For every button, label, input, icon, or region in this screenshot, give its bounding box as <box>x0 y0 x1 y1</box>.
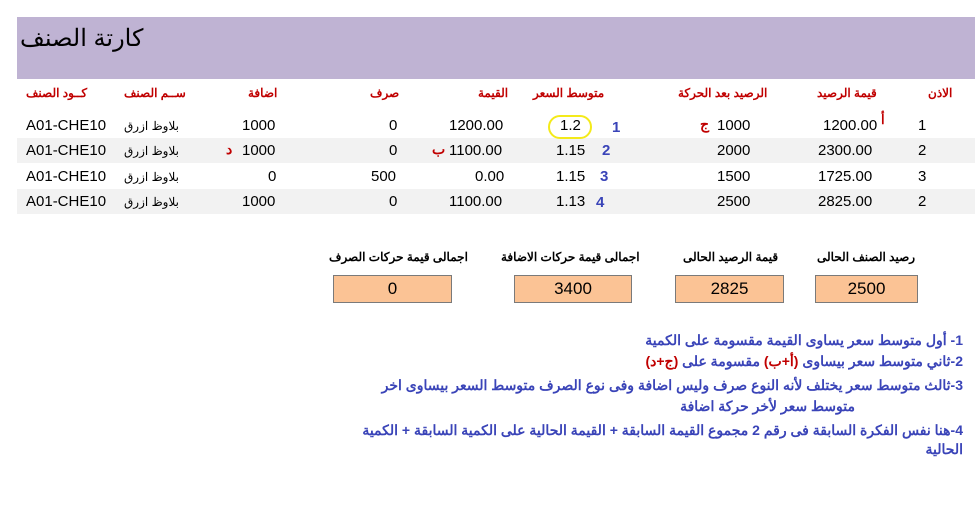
cell-average: 1.15 <box>556 168 586 185</box>
cell-balance: 2500 <box>717 193 751 210</box>
cell-balance: 1500 <box>717 168 751 185</box>
cell-permit: 1 <box>918 117 927 134</box>
note-line-3-continued: متوسط سعر لأخر حركة اضافة <box>680 398 855 414</box>
current-value-label: قيمة الرصيد الحالى <box>683 250 779 264</box>
note-number-marker: 3 <box>600 168 609 185</box>
cell-balance-value: 1725.00 <box>818 168 873 185</box>
note-line-1: 1- أول متوسط سعر يساوى القيمة مقسومة على… <box>645 332 963 348</box>
cell-balance: 2000 <box>717 142 751 159</box>
cell-balance-value: 1200.00 <box>823 117 878 134</box>
cell-average: 1.15 <box>556 142 586 159</box>
letter-marker: ج <box>700 116 710 132</box>
note-line-3: 3-ثالث متوسط سعر يختلف لأنه النوع صرف ول… <box>381 377 963 393</box>
cell-value: 1100.00 <box>449 142 503 159</box>
cell-name: بلاوظ ازرق <box>124 144 179 158</box>
note-line-4-continued: الحالية <box>925 441 963 457</box>
note-number-marker: 4 <box>596 194 605 211</box>
column-header-balance-value: قيمة الرصيد <box>817 86 877 100</box>
cell-code: A01-CHE10 <box>26 142 107 159</box>
cell-average: 1.13 <box>556 193 586 210</box>
current-balance-label: رصيد الصنف الحالى <box>817 250 916 264</box>
letter-marker: ب <box>432 141 446 157</box>
column-header-permit: الاذن <box>928 86 953 100</box>
column-header-spend: صرف <box>370 86 400 100</box>
cell-code: A01-CHE10 <box>26 117 107 134</box>
cell-permit: 3 <box>918 168 927 185</box>
add-total-label: اجمالى قيمة حركات الاضافة <box>501 250 640 264</box>
cell-spend: 0 <box>389 193 398 210</box>
cell-add: 0 <box>268 168 277 185</box>
page-title: كارتة الصنف <box>20 25 144 52</box>
cell-permit: 2 <box>918 142 927 159</box>
note-line-4: 4-هنا نفس الفكرة السابقة فى رقم 2 مجموع … <box>362 422 963 438</box>
column-header-code: كــود الصنف <box>26 86 88 100</box>
cell-add: 1000 <box>242 193 276 210</box>
note-number-marker: 2 <box>602 142 611 159</box>
note-number-marker: 1 <box>612 119 621 136</box>
column-header-value: القيمة <box>478 86 509 100</box>
current-value-box: 2825 <box>675 275 784 303</box>
letter-marker: أ <box>881 112 885 127</box>
letter-marker: د <box>226 141 233 157</box>
cell-balance-value: 2825.00 <box>818 193 873 210</box>
spend-total-label: اجمالى قيمة حركات الصرف <box>329 250 468 264</box>
note-line-2: 2-ثاني متوسط سعر بيساوى (أ+ب) مقسومة على… <box>645 353 963 369</box>
cell-name: بلاوظ ازرق <box>124 119 179 133</box>
cell-balance: 1000 <box>717 117 751 134</box>
cell-name: بلاوظ ازرق <box>124 195 179 209</box>
column-header-balance-after: الرصيد بعد الحركة <box>678 86 768 100</box>
cell-code: A01-CHE10 <box>26 193 107 210</box>
cell-name: بلاوظ ازرق <box>124 170 179 184</box>
title-banner <box>17 17 975 79</box>
spend-total-box: 0 <box>333 275 452 303</box>
cell-spend: 0 <box>389 117 398 134</box>
cell-value: 1100.00 <box>449 193 503 210</box>
cell-spend: 0 <box>389 142 398 159</box>
column-header-name: ســم الصنف <box>124 86 186 100</box>
cell-balance-value: 2300.00 <box>818 142 873 159</box>
cell-add: 1000 <box>242 117 276 134</box>
cell-add: 1000 <box>242 142 276 159</box>
cell-value: 1200.00 <box>449 117 504 134</box>
cell-permit: 2 <box>918 193 927 210</box>
column-header-add: اضافة <box>248 86 278 100</box>
column-header-average-price: متوسط السعر <box>533 86 605 100</box>
cell-value: 0.00 <box>475 168 505 185</box>
cell-spend: 500 <box>371 168 397 185</box>
cell-code: A01-CHE10 <box>26 168 107 185</box>
add-total-box: 3400 <box>514 275 632 303</box>
cell-average: 1.2 <box>560 117 581 134</box>
current-balance-box: 2500 <box>815 275 918 303</box>
